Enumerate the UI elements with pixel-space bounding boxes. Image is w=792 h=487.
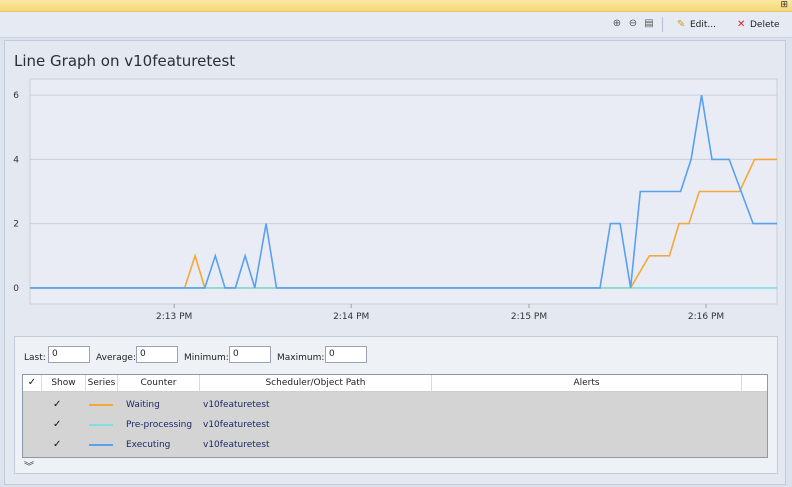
x-tick-label: 2:15 PM — [511, 312, 547, 322]
show-checkbox[interactable]: ✓ — [53, 435, 61, 455]
last-label: Last: — [24, 353, 46, 363]
maximum-label: Maximum: — [277, 353, 325, 363]
average-value-field[interactable]: 0 — [136, 346, 178, 363]
expand-chevron-icon[interactable]: ︾ — [24, 458, 34, 473]
y-tick-label: 0 — [13, 284, 19, 294]
column-series[interactable]: Series — [86, 375, 118, 391]
line-chart: 0 2 4 6 2:13 PM 2:14 PM 2:15 PM 2:16 PM — [13, 78, 778, 322]
y-tick-label: 6 — [13, 91, 19, 101]
counter-name: Pre-processing — [126, 420, 193, 430]
table-row[interactable]: ✓ Waiting v10featuretest — [23, 395, 767, 415]
series-swatch — [89, 444, 113, 446]
counter-name: Waiting — [126, 400, 160, 410]
series-table: ✓ Show Series Counter Scheduler/Object P… — [22, 374, 768, 458]
series-swatch — [89, 424, 113, 426]
x-tick-label: 2:16 PM — [688, 312, 724, 322]
table-row[interactable]: ✓ Pre-processing v10featuretest — [23, 415, 767, 435]
last-value-field[interactable]: 0 — [48, 346, 90, 363]
maximum-value-field[interactable]: 0 — [325, 346, 367, 363]
column-show[interactable]: Show — [42, 375, 86, 391]
x-tick-label: 2:14 PM — [333, 312, 369, 322]
average-label: Average: — [96, 353, 136, 363]
minimum-label: Minimum: — [184, 353, 229, 363]
show-checkbox[interactable]: ✓ — [53, 415, 61, 435]
series-table-header: ✓ Show Series Counter Scheduler/Object P… — [23, 375, 767, 392]
column-alerts[interactable]: Alerts — [432, 375, 742, 391]
counter-name: Executing — [126, 440, 171, 450]
object-path: v10featuretest — [203, 420, 270, 430]
table-row[interactable]: ✓ Executing v10featuretest — [23, 435, 767, 455]
column-path[interactable]: Scheduler/Object Path — [200, 375, 432, 391]
select-all-checkbox[interactable]: ✓ — [23, 375, 42, 391]
series-swatch — [89, 404, 113, 406]
object-path: v10featuretest — [203, 440, 270, 450]
object-path: v10featuretest — [203, 400, 270, 410]
y-tick-label: 4 — [13, 155, 19, 165]
column-counter[interactable]: Counter — [118, 375, 200, 391]
minimum-value-field[interactable]: 0 — [229, 346, 271, 363]
y-tick-label: 2 — [13, 220, 19, 230]
show-checkbox[interactable]: ✓ — [53, 395, 61, 415]
x-tick-label: 2:13 PM — [156, 312, 192, 322]
